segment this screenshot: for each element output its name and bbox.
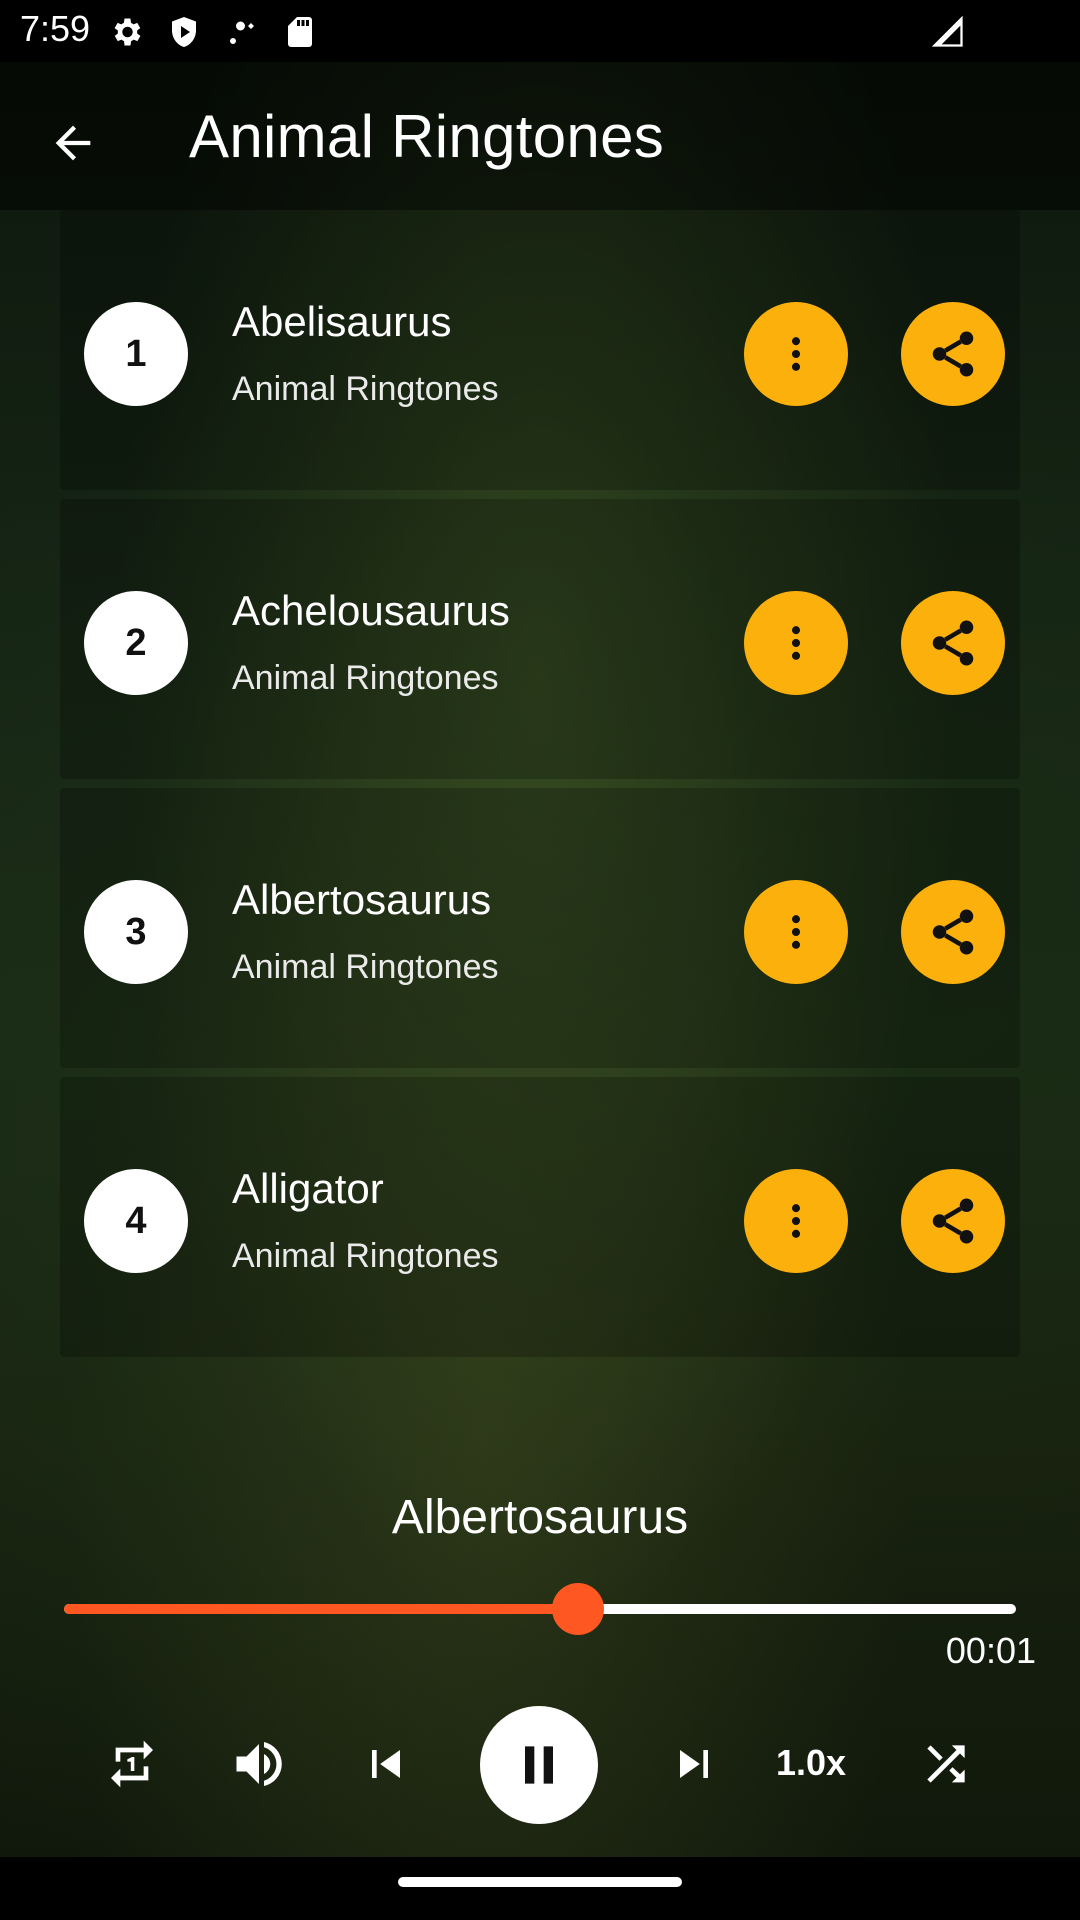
skip-previous-icon	[372, 1750, 400, 1778]
signal-icon	[931, 15, 963, 47]
shuffle-icon	[927, 1745, 965, 1783]
item-title: Achelousaurus	[232, 587, 510, 634]
shield-play-icon	[172, 17, 196, 47]
status-bar: 7:59	[0, 0, 1080, 62]
more-options-button[interactable]	[744, 302, 848, 406]
item-number: 3	[84, 880, 188, 984]
item-title: Albertosaurus	[232, 876, 492, 923]
item-title: Abelisaurus	[232, 298, 452, 345]
share-button[interactable]	[901, 302, 1005, 406]
repeat-button[interactable]	[92, 1724, 172, 1804]
list-item[interactable]: 2 Achelousaurus Animal Ringtones	[60, 499, 1020, 779]
now-playing-title: Albertosaurus	[391, 1491, 689, 1544]
list-item[interactable]: 4 Alligator Animal Ringtones	[60, 1077, 1020, 1357]
more-options-button[interactable]	[744, 1169, 848, 1273]
repeat-one-icon	[111, 1740, 153, 1788]
status-time: 7:59	[20, 8, 91, 49]
more-vert-icon	[791, 626, 801, 660]
item-title: Alligator	[232, 1165, 384, 1212]
more-options-button[interactable]	[744, 591, 848, 695]
shuffle-button[interactable]	[906, 1724, 986, 1804]
share-icon	[932, 1198, 974, 1244]
more-vert-icon	[791, 915, 801, 949]
share-button[interactable]	[901, 1169, 1005, 1273]
list-item[interactable]: 3 Albertosaurus Animal Ringtones	[60, 788, 1020, 1068]
home-handle[interactable]	[398, 1877, 682, 1887]
app-bar: Animal Ringtones	[0, 62, 1080, 210]
share-icon	[932, 909, 974, 955]
share-icon	[932, 331, 974, 377]
item-subtitle: Animal Ringtones	[232, 1237, 499, 1275]
previous-button[interactable]	[346, 1724, 426, 1804]
item-subtitle: Animal Ringtones	[232, 370, 499, 408]
system-nav-bar	[0, 1857, 1080, 1920]
item-number: 2	[84, 591, 188, 695]
seek-bar[interactable]	[64, 1583, 1016, 1635]
more-vert-icon	[791, 337, 801, 371]
sd-card-icon	[288, 17, 312, 47]
wifi-gear-icon	[230, 21, 254, 44]
share-button[interactable]	[901, 591, 1005, 695]
more-vert-icon	[791, 1204, 801, 1238]
pause-icon	[525, 1746, 553, 1784]
item-subtitle: Animal Ringtones	[232, 948, 499, 986]
page-title: Animal Ringtones	[189, 103, 665, 170]
arrow-back-icon	[55, 125, 91, 161]
seek-thumb[interactable]	[552, 1583, 605, 1635]
playback-speed-button[interactable]: 1.0x	[776, 1742, 846, 1784]
elapsed-time: 00:01	[945, 1630, 1036, 1671]
gear-icon	[114, 18, 141, 46]
back-button[interactable]	[36, 106, 110, 180]
item-number: 4	[84, 1169, 188, 1273]
list-item[interactable]: 1 Abelisaurus Animal Ringtones	[60, 210, 1020, 490]
volume-icon	[236, 1742, 282, 1786]
item-number: 1	[84, 302, 188, 406]
item-subtitle: Animal Ringtones	[232, 659, 499, 697]
more-options-button[interactable]	[744, 880, 848, 984]
seek-progress	[64, 1604, 579, 1614]
share-button[interactable]	[901, 880, 1005, 984]
share-icon	[932, 620, 974, 666]
volume-button[interactable]	[219, 1724, 299, 1804]
next-button[interactable]	[654, 1724, 734, 1804]
pause-button[interactable]	[480, 1706, 598, 1824]
skip-next-icon	[680, 1750, 708, 1778]
